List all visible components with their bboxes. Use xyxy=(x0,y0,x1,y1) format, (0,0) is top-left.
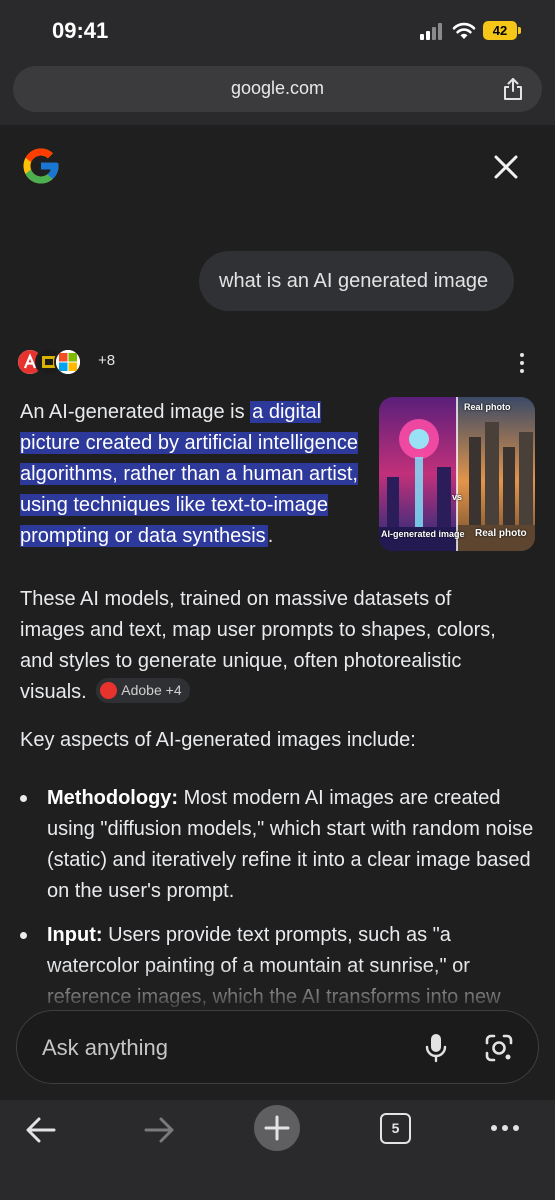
answer-end: . xyxy=(267,525,274,547)
user-query-bubble: what is an AI generated image xyxy=(199,251,515,311)
more-sources-count[interactable]: +8 xyxy=(98,352,115,369)
back-arrow-icon[interactable] xyxy=(22,1110,62,1150)
cellular-signal-icon xyxy=(420,22,446,40)
tab-switcher-button[interactable]: 5 xyxy=(380,1113,411,1144)
bullet-title: Input: xyxy=(47,924,103,946)
thumbnail-label-vs: vs xyxy=(452,492,463,502)
wifi-icon xyxy=(452,22,476,39)
status-bar: 09:41 42 xyxy=(0,0,555,60)
browser-bottom-toolbar: 5 xyxy=(0,1100,555,1200)
citation-chip-label[interactable]: Adobe +4 xyxy=(121,682,181,698)
key-aspects-intro: Key aspects of AI-generated images inclu… xyxy=(20,729,416,751)
browser-top-chrome: 09:41 42 google.com xyxy=(0,0,555,125)
plus-icon xyxy=(264,1115,290,1141)
thumbnail-label-real-bottom: Real photo xyxy=(475,528,527,539)
ask-anything-input[interactable]: Ask anything xyxy=(16,1010,539,1084)
citation-chip[interactable]: Adobe +4 xyxy=(96,678,190,704)
google-lens-icon[interactable] xyxy=(484,1033,514,1063)
list-item: Methodology: Most modern AI images are c… xyxy=(20,783,535,907)
answer-paragraph: An AI-generated image is a digital pictu… xyxy=(20,397,370,552)
bullet-dot xyxy=(20,932,27,939)
ask-placeholder[interactable]: Ask anything xyxy=(42,1035,168,1061)
answer-continuation-text: These AI models, trained on massive data… xyxy=(20,588,496,703)
microphone-icon[interactable] xyxy=(425,1033,447,1063)
ai-mode-panel: what is an AI generated image +8 An AI-g… xyxy=(0,125,555,1100)
bullet-title: Methodology: xyxy=(47,787,179,809)
adobe-citation-icon xyxy=(100,682,118,700)
source-icons[interactable]: +8 xyxy=(16,348,216,376)
thumbnail-label-ai: AI-generated image xyxy=(381,529,465,539)
more-menu-icon[interactable] xyxy=(486,1110,526,1150)
share-icon[interactable] xyxy=(502,77,524,101)
answer-thumbnail-image[interactable]: Real photo vs AI-generated image Real ph… xyxy=(379,397,535,551)
thumbnail-label-real-top: Real photo xyxy=(464,402,511,412)
answer-continuation: These AI models, trained on massive data… xyxy=(20,584,510,708)
forward-arrow-icon[interactable] xyxy=(138,1110,178,1150)
status-time: 09:41 xyxy=(52,18,109,43)
new-tab-button[interactable] xyxy=(254,1105,300,1151)
microsoft-source-icon[interactable] xyxy=(54,348,82,376)
bullet-dot xyxy=(20,795,27,802)
answer-lead: An AI-generated image is xyxy=(20,401,251,423)
url-bar[interactable]: google.com xyxy=(13,66,542,112)
url-text[interactable]: google.com xyxy=(13,78,542,99)
close-icon[interactable] xyxy=(492,153,520,181)
google-logo-icon[interactable] xyxy=(20,145,62,187)
more-options-icon[interactable] xyxy=(514,353,530,375)
battery-indicator: 42 xyxy=(483,21,521,40)
